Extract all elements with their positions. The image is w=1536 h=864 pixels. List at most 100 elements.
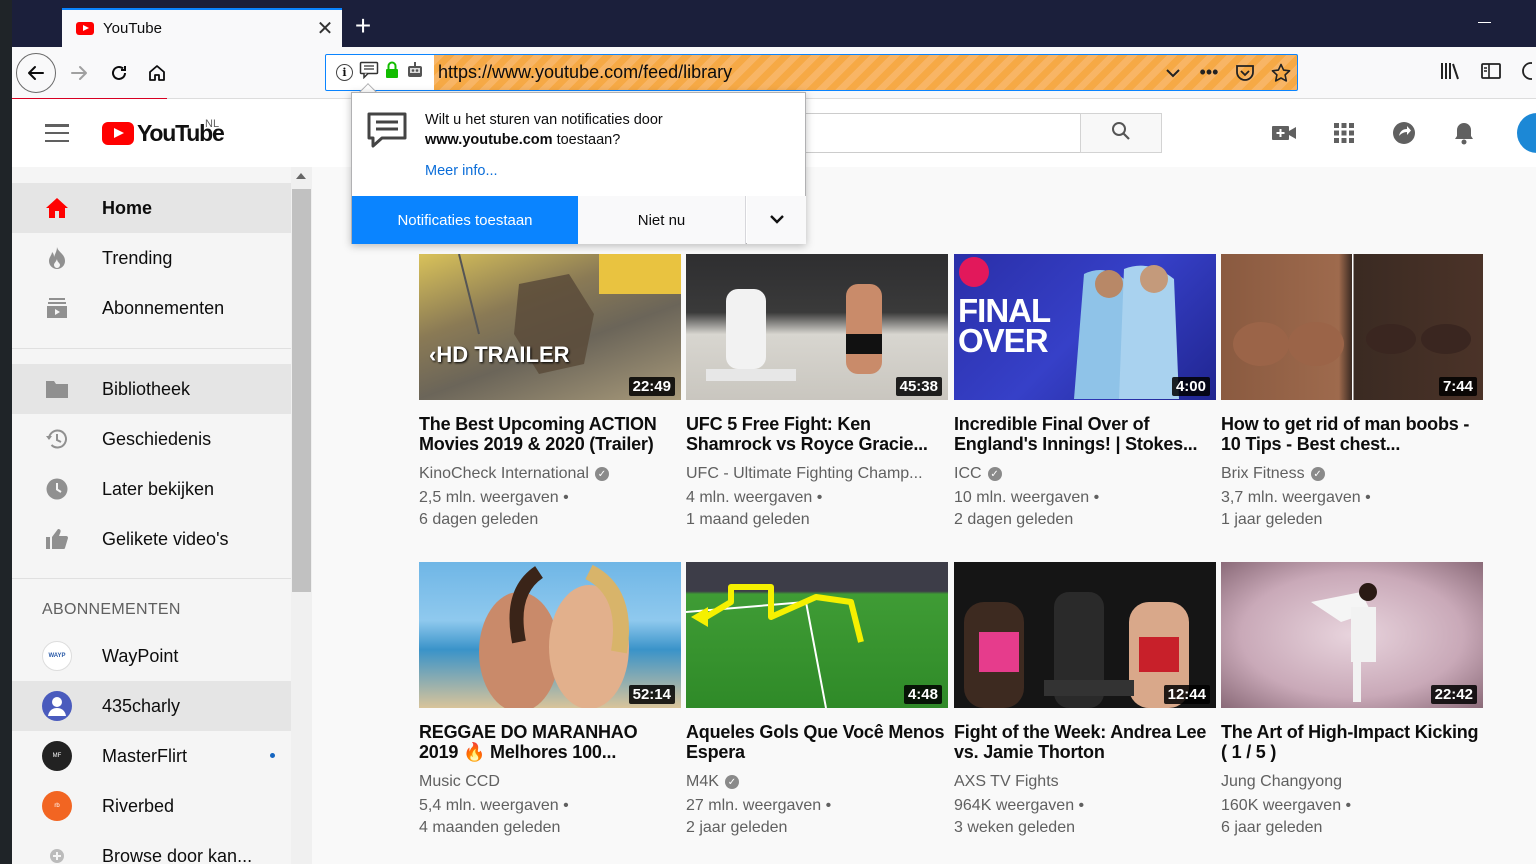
- sidebar-subscription-435charly[interactable]: 435charly: [12, 681, 291, 731]
- user-avatar[interactable]: [1517, 113, 1536, 153]
- video-channel[interactable]: AXS TV Fights: [954, 772, 1216, 792]
- window-minimize-icon[interactable]: [1478, 22, 1491, 23]
- not-now-button[interactable]: Niet nu: [578, 196, 746, 244]
- video-thumbnail[interactable]: 12:44: [954, 562, 1216, 708]
- video-duration: 7:44: [1438, 377, 1477, 396]
- video-thumbnail[interactable]: 22:42: [1221, 562, 1483, 708]
- channel-name[interactable]: M4K: [686, 773, 719, 791]
- sidebar-subscription-waypoint[interactable]: WAYP WayPoint: [12, 631, 291, 681]
- forward-arrow-icon[interactable]: [64, 55, 94, 91]
- video-card[interactable]: 45:38 UFC 5 Free Fight: Ken Shamrock vs …: [686, 254, 948, 531]
- video-title[interactable]: Fight of the Week: Andrea Lee vs. Jamie …: [954, 722, 1216, 762]
- popup-more-options-button[interactable]: [747, 196, 806, 244]
- reload-icon[interactable]: [104, 55, 134, 91]
- library-icon[interactable]: [1440, 61, 1462, 86]
- info-icon[interactable]: i: [336, 64, 353, 81]
- video-card[interactable]: FINAL OVER 4:00 Incredible Final Over of…: [954, 254, 1216, 531]
- home-page-icon[interactable]: [142, 55, 172, 91]
- sidebar-item-trending[interactable]: Trending: [12, 233, 291, 283]
- video-title[interactable]: Aqueles Gols Que Você Menos Espera: [686, 722, 948, 762]
- video-thumbnail[interactable]: 52:14: [419, 562, 681, 708]
- video-title[interactable]: Incredible Final Over of England's Innin…: [954, 414, 1216, 454]
- video-title[interactable]: REGGAE DO MARANHAO 2019 🔥 Melhores 100..…: [419, 722, 681, 762]
- video-card[interactable]: 52:14 REGGAE DO MARANHAO 2019 🔥 Melhores…: [419, 562, 681, 839]
- video-channel[interactable]: M4K ✓: [686, 772, 948, 792]
- notifications-bell-icon[interactable]: [1450, 119, 1478, 147]
- video-thumbnail[interactable]: ‹HD TRAILER 22:49: [419, 254, 681, 400]
- video-thumbnail[interactable]: 7:44: [1221, 254, 1483, 400]
- video-views: 5,4 mln. weergaven •: [419, 797, 569, 814]
- folder-icon: [44, 376, 70, 402]
- video-channel[interactable]: Jung Changyong: [1221, 772, 1483, 792]
- scroll-up-arrow-icon[interactable]: [296, 173, 306, 179]
- sidebar-item-subscriptions[interactable]: Abonnementen: [12, 283, 291, 333]
- sidebar-subscription-masterflirt[interactable]: MF MasterFlirt: [12, 731, 291, 781]
- video-channel[interactable]: Brix Fitness ✓: [1221, 464, 1483, 484]
- video-card[interactable]: 7:44 How to get rid of man boobs - 10 Ti…: [1221, 254, 1483, 531]
- video-title[interactable]: The Art of High-Impact Kicking ( 1 / 5 ): [1221, 722, 1483, 762]
- video-title[interactable]: The Best Upcoming ACTION Movies 2019 & 2…: [419, 414, 681, 454]
- video-duration: 52:14: [628, 685, 675, 704]
- video-title[interactable]: How to get rid of man boobs - 10 Tips - …: [1221, 414, 1483, 454]
- channel-name[interactable]: KinoCheck International: [419, 465, 589, 483]
- verified-check-icon: ✓: [1310, 467, 1325, 481]
- channel-name[interactable]: Music CCD: [419, 773, 500, 791]
- video-channel[interactable]: ICC ✓: [954, 464, 1216, 484]
- video-duration: 22:49: [628, 377, 675, 396]
- video-title[interactable]: UFC 5 Free Fight: Ken Shamrock vs Royce …: [686, 414, 948, 454]
- browser-tab-youtube[interactable]: YouTube ✕: [62, 8, 342, 47]
- create-video-icon[interactable]: [1270, 119, 1298, 147]
- video-thumbnail[interactable]: FINAL OVER 4:00: [954, 254, 1216, 400]
- channel-name[interactable]: Jung Changyong: [1221, 773, 1342, 791]
- sidebar-item-watch-later[interactable]: Later bekijken: [12, 464, 291, 514]
- search-button[interactable]: [1080, 113, 1162, 153]
- video-thumbnail[interactable]: 45:38: [686, 254, 948, 400]
- identity-box[interactable]: i: [326, 55, 434, 90]
- sidebar-toggle-icon[interactable]: [1480, 61, 1502, 86]
- sidebar-item-history[interactable]: Geschiedenis: [12, 414, 291, 464]
- subscriptions-icon: [44, 295, 70, 321]
- video-thumbnail[interactable]: 4:48: [686, 562, 948, 708]
- sidebar-subscription-riverbed[interactable]: rb Riverbed: [12, 781, 291, 831]
- sidebar-scrollbar[interactable]: [291, 167, 312, 864]
- guide-menu-icon[interactable]: [45, 124, 69, 142]
- url-text[interactable]: https://www.youtube.com/feed/library: [438, 55, 732, 90]
- account-icon[interactable]: [1520, 61, 1536, 86]
- youtube-logo[interactable]: YouTube NL: [102, 118, 225, 147]
- channel-name[interactable]: UFC - Ultimate Fighting Champ...: [686, 465, 923, 483]
- video-card[interactable]: 12:44 Fight of the Week: Andrea Lee vs. …: [954, 562, 1216, 839]
- new-tab-plus-icon[interactable]: +: [350, 12, 376, 40]
- sidebar-item-label: Home: [102, 197, 153, 218]
- back-arrow-icon[interactable]: [16, 53, 56, 93]
- remote-control-robot-icon[interactable]: [405, 61, 425, 84]
- bookmark-star-icon[interactable]: [1271, 63, 1291, 83]
- allow-notifications-button[interactable]: Notificaties toestaan: [352, 196, 578, 244]
- video-card[interactable]: 22:42 The Art of High-Impact Kicking ( 1…: [1221, 562, 1483, 839]
- video-card[interactable]: 4:48 Aqueles Gols Que Você Menos Espera …: [686, 562, 948, 839]
- apps-grid-icon[interactable]: [1330, 119, 1358, 147]
- video-card[interactable]: ‹HD TRAILER 22:49 The Best Upcoming ACTI…: [419, 254, 681, 531]
- more-info-link[interactable]: Meer info...: [425, 163, 498, 179]
- tab-close-icon[interactable]: ✕: [308, 10, 342, 47]
- sidebar-item-home[interactable]: Home: [12, 183, 291, 233]
- url-dropdown-chevron-icon[interactable]: [1163, 63, 1183, 83]
- sidebar-item-liked-videos[interactable]: Gelikete video's: [12, 514, 291, 564]
- secure-lock-icon[interactable]: [385, 61, 399, 84]
- channel-name[interactable]: Brix Fitness: [1221, 465, 1305, 483]
- notification-permission-icon[interactable]: [359, 61, 379, 84]
- scrollbar-thumb[interactable]: [292, 189, 311, 592]
- video-channel[interactable]: Music CCD: [419, 772, 681, 792]
- popup-message-rest: toestaan?: [552, 132, 621, 148]
- sidebar-browse-channels[interactable]: Browse door kan...: [12, 831, 291, 864]
- video-channel[interactable]: UFC - Ultimate Fighting Champ...: [686, 464, 948, 484]
- messages-icon[interactable]: [1390, 119, 1418, 147]
- video-duration: 22:42: [1430, 685, 1477, 704]
- channel-name[interactable]: ICC: [954, 465, 982, 483]
- pocket-icon[interactable]: [1235, 63, 1255, 83]
- sidebar-divider: [12, 578, 291, 579]
- video-channel[interactable]: KinoCheck International ✓: [419, 464, 681, 484]
- url-bar[interactable]: i https://www.youtube.com/feed/library •…: [325, 54, 1298, 91]
- channel-name[interactable]: AXS TV Fights: [954, 773, 1059, 791]
- sidebar-item-library[interactable]: Bibliotheek: [12, 364, 291, 414]
- page-actions-ellipsis-icon[interactable]: •••: [1199, 62, 1219, 83]
